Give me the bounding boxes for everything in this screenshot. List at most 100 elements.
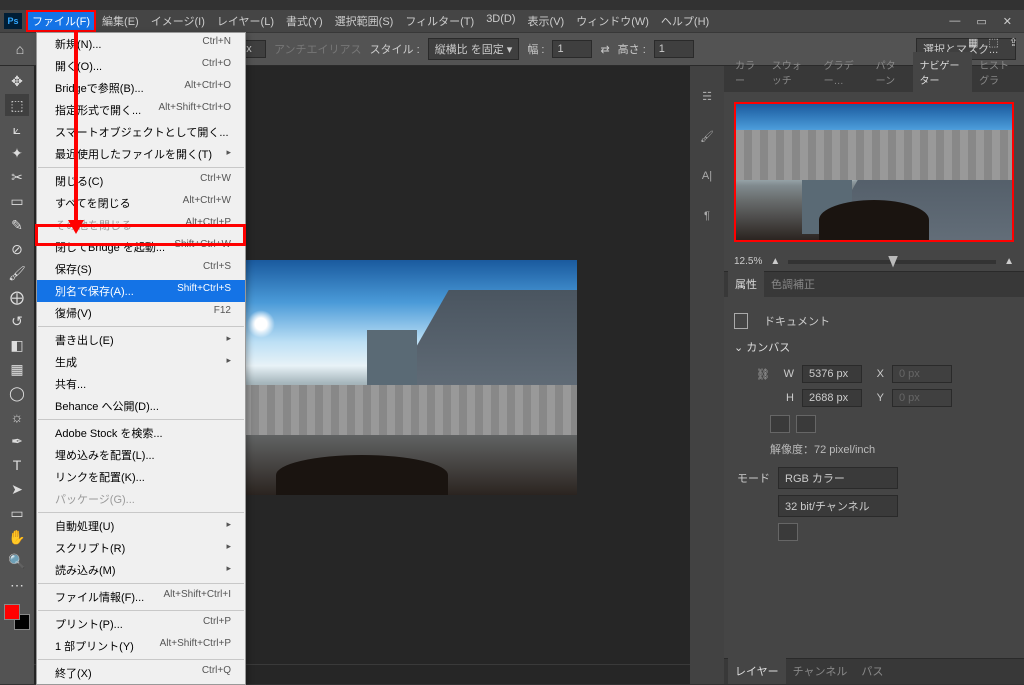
menu-表示[interactable]: 表示(V) bbox=[522, 10, 571, 32]
color-mode-select[interactable]: RGB カラー bbox=[778, 467, 898, 489]
crop-tool[interactable]: ✂ bbox=[5, 166, 29, 188]
panel-tab[interactable]: ナビゲーター bbox=[913, 52, 973, 92]
panel-tab[interactable]: パターン bbox=[869, 52, 913, 92]
file-menu-item[interactable]: 書き出し(E) bbox=[37, 329, 245, 351]
file-menu-item[interactable]: 指定形式で開く...Alt+Shift+Ctrl+O bbox=[37, 99, 245, 121]
menu-書式[interactable]: 書式(Y) bbox=[280, 10, 329, 32]
file-menu-item[interactable]: 1 部プリント(Y)Alt+Shift+Ctrl+P bbox=[37, 635, 245, 657]
path-selection-tool[interactable]: ➤ bbox=[5, 478, 29, 500]
swap-icon[interactable]: ⇄ bbox=[600, 43, 609, 56]
history-panel-icon[interactable]: ☵ bbox=[697, 86, 717, 106]
healing-brush-tool[interactable]: ⊘ bbox=[5, 238, 29, 260]
file-menu-item[interactable]: 復帰(V)F12 bbox=[37, 302, 245, 324]
zoom-in-icon[interactable]: ▲ bbox=[1004, 256, 1014, 267]
shape-tool[interactable]: ▭ bbox=[5, 502, 29, 524]
file-menu-item[interactable]: Adobe Stock を検索... bbox=[37, 422, 245, 444]
move-tool[interactable]: ✥ bbox=[5, 70, 29, 92]
close-icon[interactable]: ✕ bbox=[1003, 15, 1012, 28]
zoom-out-icon[interactable]: ▲ bbox=[770, 256, 780, 267]
panel-tab[interactable]: パス bbox=[854, 658, 890, 684]
canvas-height-input[interactable]: 2688 px bbox=[802, 389, 862, 407]
file-menu-item[interactable]: Bridgeで参照(B)...Alt+Ctrl+O bbox=[37, 77, 245, 99]
file-menu-item[interactable]: 生成 bbox=[37, 351, 245, 373]
menu-ファイル[interactable]: ファイル(F) bbox=[26, 10, 96, 32]
home-icon[interactable]: ⌂ bbox=[8, 38, 32, 60]
panel-tab[interactable]: レイヤー bbox=[728, 658, 786, 684]
panel-tab[interactable]: カラー bbox=[728, 52, 765, 92]
extra-option[interactable] bbox=[778, 523, 798, 541]
brush-tool[interactable]: 🖌 bbox=[5, 262, 29, 284]
brushes-panel-icon[interactable]: 🖌 bbox=[697, 126, 717, 146]
file-menu-item[interactable]: 開く(O)...Ctrl+O bbox=[37, 55, 245, 77]
file-menu-item[interactable]: 新規(N)...Ctrl+N bbox=[37, 33, 245, 55]
menu-レイヤー[interactable]: レイヤー(L) bbox=[211, 10, 280, 32]
file-menu-item[interactable]: ファイル情報(F)...Alt+Shift+Ctrl+I bbox=[37, 586, 245, 608]
paragraph-panel-icon[interactable]: ¶ bbox=[697, 206, 717, 226]
file-menu-item[interactable]: 別名で保存(A)...Shift+Ctrl+S bbox=[37, 280, 245, 302]
menu-フィルター[interactable]: フィルター(T) bbox=[399, 10, 480, 32]
bit-depth-select[interactable]: 32 bit/チャンネル bbox=[778, 495, 898, 517]
menu-イメージ[interactable]: イメージ(I) bbox=[145, 10, 211, 32]
orientation-landscape[interactable] bbox=[796, 415, 816, 433]
history-brush-tool[interactable]: ↺ bbox=[5, 310, 29, 332]
antialias-checkbox-label[interactable]: アンチエイリアス bbox=[274, 41, 362, 57]
frame-tool[interactable]: ▭ bbox=[5, 190, 29, 212]
type-tool[interactable]: T bbox=[5, 454, 29, 476]
color-swatches[interactable] bbox=[4, 604, 30, 630]
file-menu-item[interactable]: スクリプト(R) bbox=[37, 537, 245, 559]
canvas-width-input[interactable]: 5376 px bbox=[802, 365, 862, 383]
edit-toolbar[interactable]: ⋯ bbox=[5, 574, 29, 596]
menu-編集[interactable]: 編集(E) bbox=[96, 10, 145, 32]
character-panel-icon[interactable]: A| bbox=[697, 166, 717, 186]
file-menu-item[interactable]: 保存(S)Ctrl+S bbox=[37, 258, 245, 280]
foreground-color[interactable] bbox=[4, 604, 20, 620]
share-icon[interactable]: ⇪ bbox=[1009, 36, 1018, 49]
navigator-thumbnail[interactable] bbox=[734, 102, 1014, 242]
file-menu-item[interactable]: 自動処理(U) bbox=[37, 515, 245, 537]
eyedropper-tool[interactable]: ✎ bbox=[5, 214, 29, 236]
width-input[interactable]: 1 bbox=[552, 40, 592, 58]
maximize-icon[interactable]: ▭ bbox=[976, 15, 986, 28]
minimize-icon[interactable]: — bbox=[949, 15, 960, 28]
file-menu-item[interactable]: すべてを閉じるAlt+Ctrl+W bbox=[37, 192, 245, 214]
file-menu-item[interactable]: 最近使用したファイルを開く(T) bbox=[37, 143, 245, 165]
lasso-tool[interactable]: ⟀ bbox=[5, 118, 29, 140]
hand-tool[interactable]: ✋ bbox=[5, 526, 29, 548]
navigator-zoom-slider[interactable] bbox=[788, 260, 996, 264]
file-menu-item[interactable]: 共有... bbox=[37, 373, 245, 395]
panel-tab[interactable]: チャンネル bbox=[786, 658, 855, 684]
panel-tab[interactable]: グラデー… bbox=[817, 52, 869, 92]
gradient-tool[interactable]: ▦ bbox=[5, 358, 29, 380]
height-input[interactable]: 1 bbox=[654, 40, 694, 58]
eraser-tool[interactable]: ◧ bbox=[5, 334, 29, 356]
quick-selection-tool[interactable]: ✦ bbox=[5, 142, 29, 164]
file-menu-item[interactable]: リンクを配置(K)... bbox=[37, 466, 245, 488]
dodge-tool[interactable]: ☼ bbox=[5, 406, 29, 428]
file-menu-item[interactable]: Behance へ公開(D)... bbox=[37, 395, 245, 417]
panel-tab[interactable]: ヒストグラ bbox=[972, 52, 1024, 92]
pen-tool[interactable]: ✒ bbox=[5, 430, 29, 452]
file-menu-item[interactable]: スマートオブジェクトとして開く... bbox=[37, 121, 245, 143]
orientation-portrait[interactable] bbox=[770, 415, 790, 433]
file-menu-item[interactable]: 閉じてBridge を起動...Shift+Ctrl+W bbox=[37, 236, 245, 258]
link-icon[interactable]: ⛓ bbox=[754, 367, 772, 381]
panel-tab[interactable]: 属性 bbox=[728, 271, 764, 297]
file-menu-item[interactable]: プリント(P)...Ctrl+P bbox=[37, 613, 245, 635]
menu-選択範囲[interactable]: 選択範囲(S) bbox=[329, 10, 400, 32]
style-select[interactable]: 縦横比 を固定 ▾ bbox=[428, 38, 520, 60]
blur-tool[interactable]: ◯ bbox=[5, 382, 29, 404]
file-menu-item[interactable]: 読み込み(M) bbox=[37, 559, 245, 581]
panel-tab[interactable]: 色調補正 bbox=[764, 271, 822, 297]
file-menu-item[interactable]: 終了(X)Ctrl+Q bbox=[37, 662, 245, 684]
docking-icon[interactable]: ⬚ bbox=[988, 36, 998, 49]
zoom-tool[interactable]: 🔍 bbox=[5, 550, 29, 572]
canvas-section[interactable]: ⌄ カンバス bbox=[734, 335, 1014, 359]
file-menu-item[interactable]: 埋め込みを配置(L)... bbox=[37, 444, 245, 466]
file-menu-item[interactable]: 閉じる(C)Ctrl+W bbox=[37, 170, 245, 192]
menu-ヘルプ[interactable]: ヘルプ(H) bbox=[655, 10, 715, 32]
menu-3d[interactable]: 3D(D) bbox=[480, 10, 521, 32]
panel-tab[interactable]: スウォッチ bbox=[765, 52, 817, 92]
marquee-tool[interactable]: ⬚ bbox=[5, 94, 29, 116]
frame-icon[interactable]: ▦ bbox=[968, 36, 978, 49]
stamp-tool[interactable]: ⨁ bbox=[5, 286, 29, 308]
